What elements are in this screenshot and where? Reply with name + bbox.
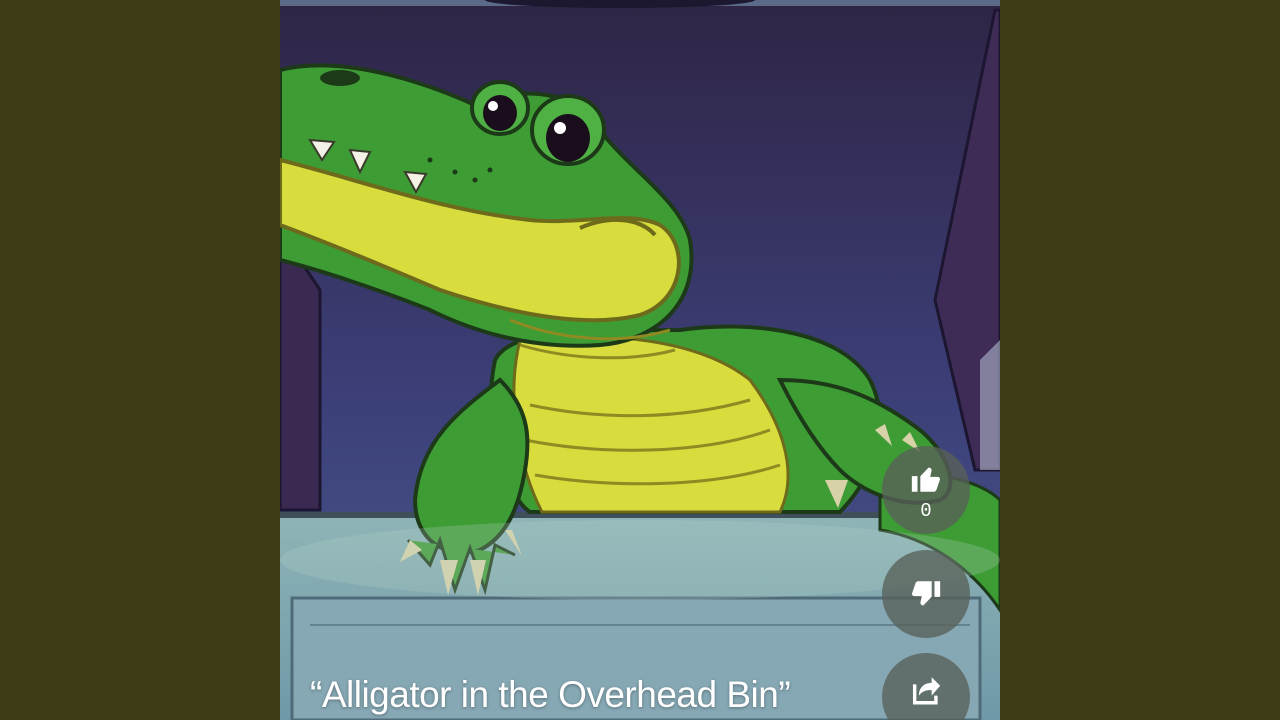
video-frame[interactable]: “Alligator in the Overhead Bin” 0 [280,0,1000,720]
share-icon [912,677,941,705]
player-stage: “Alligator in the Overhead Bin” 0 [0,0,1280,720]
thumbs-up-icon [911,467,940,492]
dislike-button[interactable] [882,550,970,638]
like-button[interactable]: 0 [882,446,970,534]
thumbs-down-icon [912,581,941,606]
video-caption: “Alligator in the Overhead Bin” [310,674,791,715]
like-count: 0 [920,500,932,522]
